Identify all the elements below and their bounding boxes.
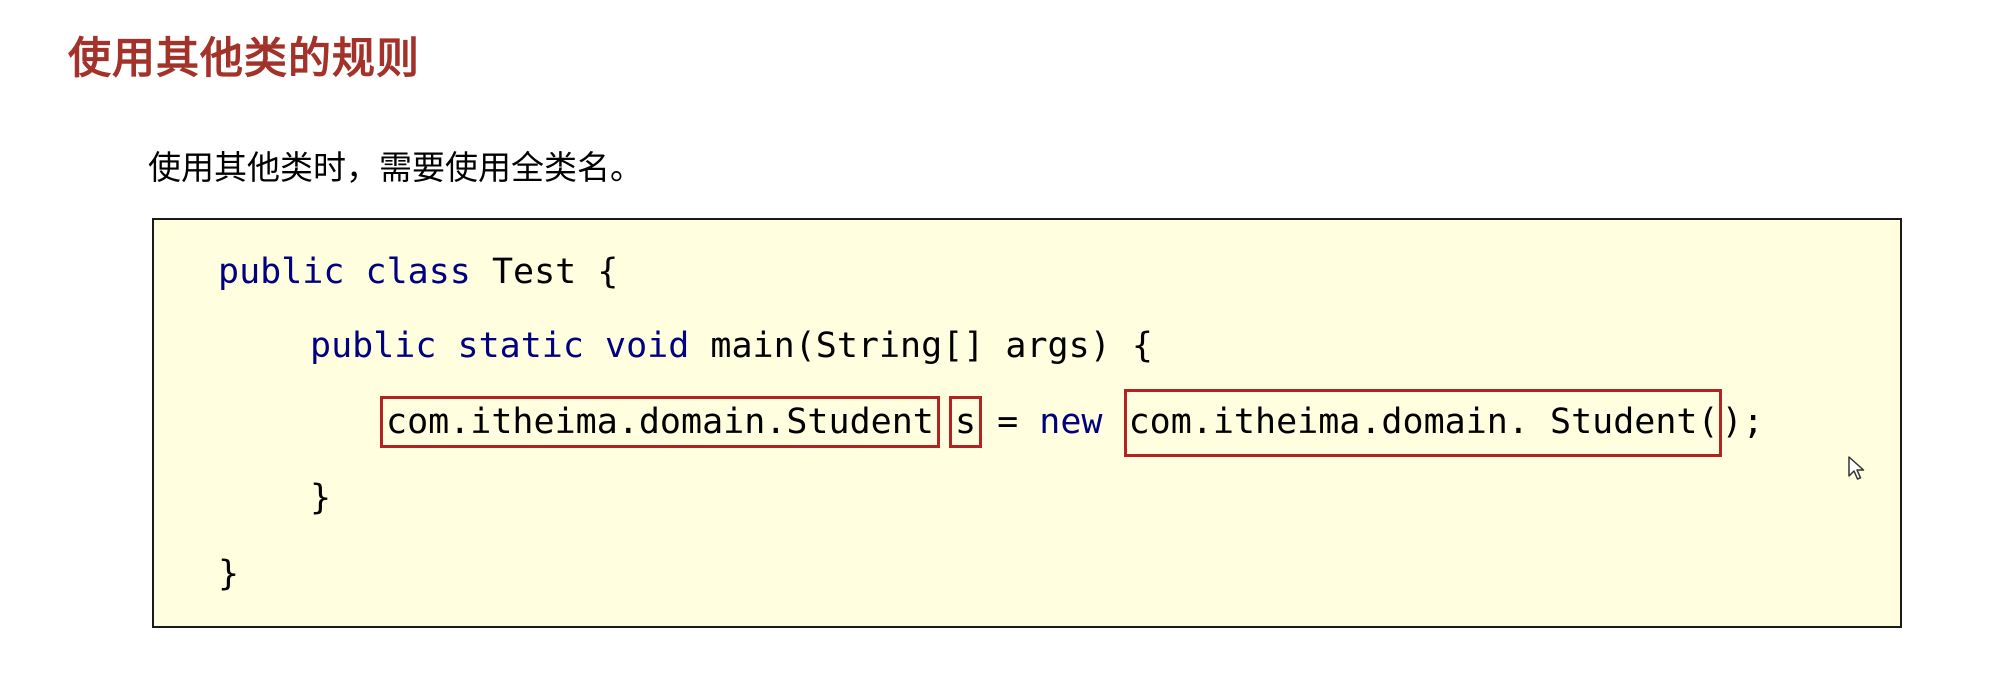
method-signature: main(String[] args) { [710,326,1153,366]
code-block: public class Test { public static void m… [152,218,1902,628]
keyword-void: void [605,326,690,366]
keyword-public: public [310,326,437,366]
keyword-static: static [457,326,584,366]
code-line-class-close: } [218,554,240,594]
code-line-main-method: public static void main(String[] args) { [310,324,1153,368]
highlighted-variable-name: s [948,396,983,448]
keyword-new: new [1039,402,1103,442]
mouse-cursor-icon [1848,456,1865,480]
class-name: Test { [491,252,619,292]
slide-page: 使用其他类的规则 使用其他类时，需要使用全类名。 public class Te… [0,0,2012,678]
description-text: 使用其他类时，需要使用全类名。 [148,148,643,187]
code-line-class-declaration: public class Test { [218,250,618,294]
code-line-object-creation: com.itheima.domain.Student s = new com.i… [380,389,1764,457]
keyword-class: class [365,252,471,292]
statement-end: ); [1721,402,1764,442]
assignment-operator: = [997,402,1019,442]
code-line-method-close: } [310,478,332,518]
highlighted-type-name: com.itheima.domain.Student [380,396,940,448]
keyword-public: public [218,252,345,292]
highlighted-constructor-name: com.itheima.domain. Student( [1123,389,1722,457]
page-title: 使用其他类的规则 [68,34,420,84]
